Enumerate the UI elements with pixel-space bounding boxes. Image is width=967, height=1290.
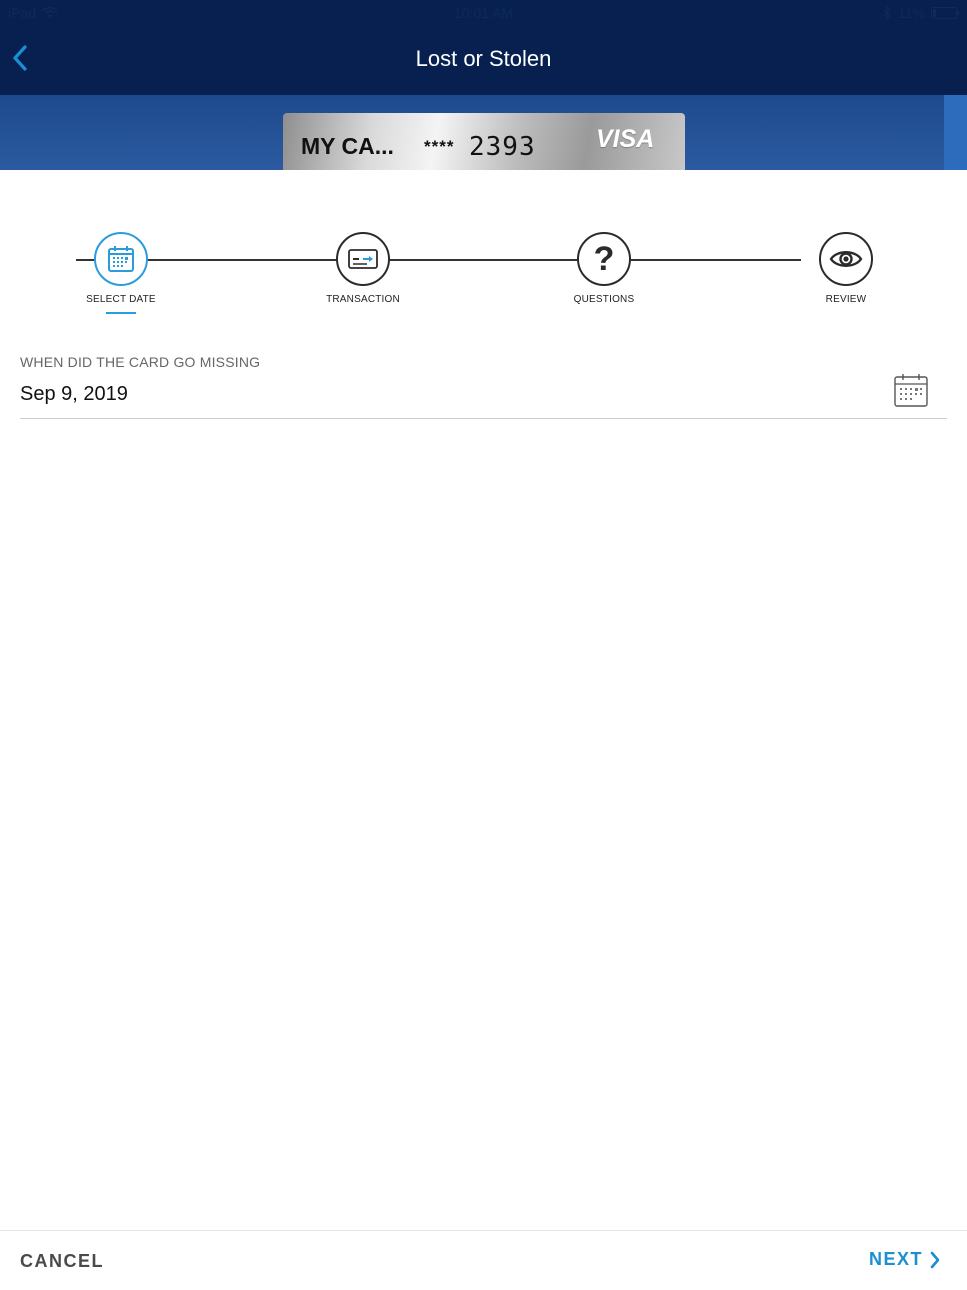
cancel-button[interactable]: CANCEL: [20, 1251, 104, 1272]
step-label: QUESTIONS: [573, 294, 635, 305]
step-select-date[interactable]: SELECT DATE: [51, 230, 191, 314]
step-circle: ?: [577, 232, 631, 286]
next-button[interactable]: NEXT: [869, 1249, 941, 1270]
footer-divider: [0, 1230, 967, 1231]
step-circle: [336, 232, 390, 286]
card-name: MY CA...: [301, 133, 394, 159]
date-field-label: WHEN DID THE CARD GO MISSING: [20, 354, 261, 370]
step-label: REVIEW: [825, 294, 867, 305]
card-transaction-icon: [348, 249, 378, 269]
eye-icon: [829, 251, 863, 267]
battery-icon: [931, 7, 959, 19]
next-button-label: NEXT: [868, 1249, 923, 1269]
status-bar: iPad 10:01 AM 11%: [0, 0, 967, 28]
step-transaction[interactable]: TRANSACTION: [293, 230, 433, 305]
step-label: TRANSACTION: [326, 294, 400, 305]
step-label: SELECT DATE: [86, 294, 156, 305]
card-brand-logo: VISA: [596, 125, 655, 153]
date-field-underline: [20, 418, 947, 419]
progress-stepper: SELECT DATE TRANSACTION ? QUESTIONS REVI…: [0, 230, 967, 320]
step-circle: [94, 232, 148, 286]
bluetooth-icon: [883, 6, 891, 20]
date-picker-button[interactable]: [893, 372, 929, 408]
date-field-value[interactable]: Sep 9, 2019: [20, 383, 128, 406]
chevron-right-icon: [930, 1251, 940, 1268]
card-mask: ****: [424, 137, 455, 156]
step-circle: [819, 232, 873, 286]
card-band-edge: [944, 95, 967, 170]
calendar-icon: [894, 374, 928, 407]
card-selector[interactable]: MY CA... **** 2393 VISA: [283, 113, 685, 170]
step-questions[interactable]: ? QUESTIONS: [534, 230, 674, 305]
step-review[interactable]: REVIEW: [776, 230, 916, 305]
status-right: 11%: [882, 5, 959, 21]
header: iPad 10:01 AM 11% Lost or Stolen: [0, 0, 967, 95]
card-band: MY CA... **** 2393 VISA: [0, 95, 967, 170]
app-root: iPad 10:01 AM 11% Lost or Stolen MY CA..…: [0, 0, 967, 1290]
active-step-indicator: [106, 312, 136, 314]
question-mark-icon: ?: [593, 240, 615, 278]
card-last4: 2393: [469, 132, 536, 162]
battery-percent: 11%: [898, 5, 925, 21]
calendar-icon: [108, 246, 134, 272]
page-title: Lost or Stolen: [415, 46, 552, 71]
status-time: 10:01 AM: [453, 5, 514, 21]
